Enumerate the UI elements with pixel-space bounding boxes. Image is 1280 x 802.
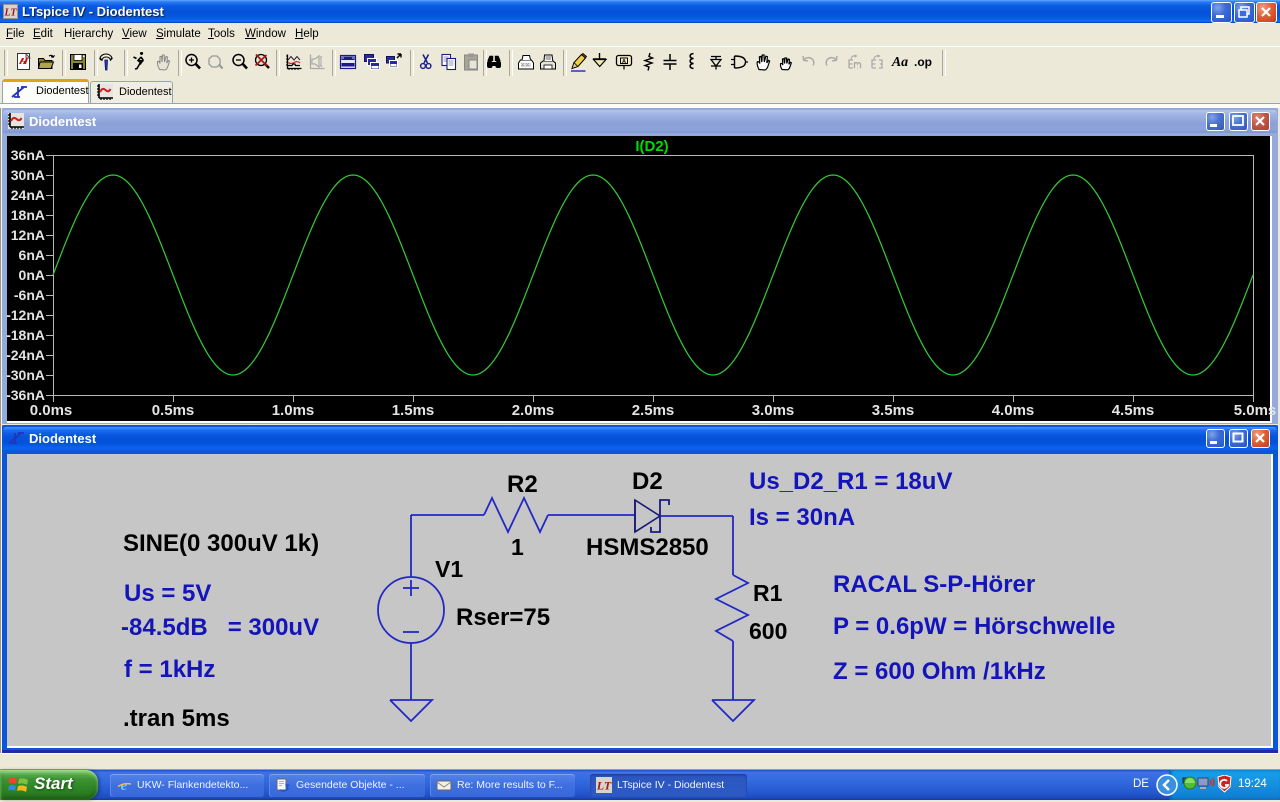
- svg-text:12nA: 12nA: [11, 227, 45, 243]
- svg-text:I(D2): I(D2): [635, 138, 668, 155]
- svg-text:3.0ms: 3.0ms: [752, 402, 795, 419]
- svg-text:-36nA: -36nA: [6, 387, 45, 403]
- svg-text:24nA: 24nA: [11, 187, 45, 203]
- svg-text:1.5ms: 1.5ms: [392, 402, 435, 419]
- svg-text:0.5ms: 0.5ms: [152, 402, 195, 419]
- svg-text:1.0ms: 1.0ms: [272, 402, 315, 419]
- svg-text:LT: LT: [4, 8, 17, 19]
- svg-text:6nA: 6nA: [19, 247, 45, 263]
- svg-text:36nA: 36nA: [11, 147, 45, 163]
- svg-text:0.0ms: 0.0ms: [30, 402, 73, 419]
- svg-text:3.5ms: 3.5ms: [872, 402, 915, 419]
- svg-text:-18nA: -18nA: [6, 327, 45, 343]
- svg-text:4.5ms: 4.5ms: [1112, 402, 1155, 419]
- svg-text:4.0ms: 4.0ms: [992, 402, 1035, 419]
- svg-text:.op: .op: [914, 55, 932, 69]
- svg-text:LT: LT: [596, 779, 612, 793]
- svg-text:18nA: 18nA: [11, 207, 45, 223]
- svg-text:5.0ms: 5.0ms: [1234, 402, 1277, 419]
- svg-text:2.0ms: 2.0ms: [512, 402, 555, 419]
- svg-text:0nA: 0nA: [19, 267, 45, 283]
- svg-text:-30nA: -30nA: [6, 367, 45, 383]
- svg-text:-24nA: -24nA: [6, 347, 45, 363]
- svg-text:A: A: [622, 59, 626, 65]
- svg-text:-6nA: -6nA: [14, 287, 45, 303]
- svg-text:Aa: Aa: [891, 55, 908, 70]
- svg-text:-12nA: -12nA: [6, 307, 45, 323]
- svg-text:e: e: [121, 778, 128, 793]
- svg-text:30nA: 30nA: [11, 167, 45, 183]
- svg-text:2.5ms: 2.5ms: [632, 402, 675, 419]
